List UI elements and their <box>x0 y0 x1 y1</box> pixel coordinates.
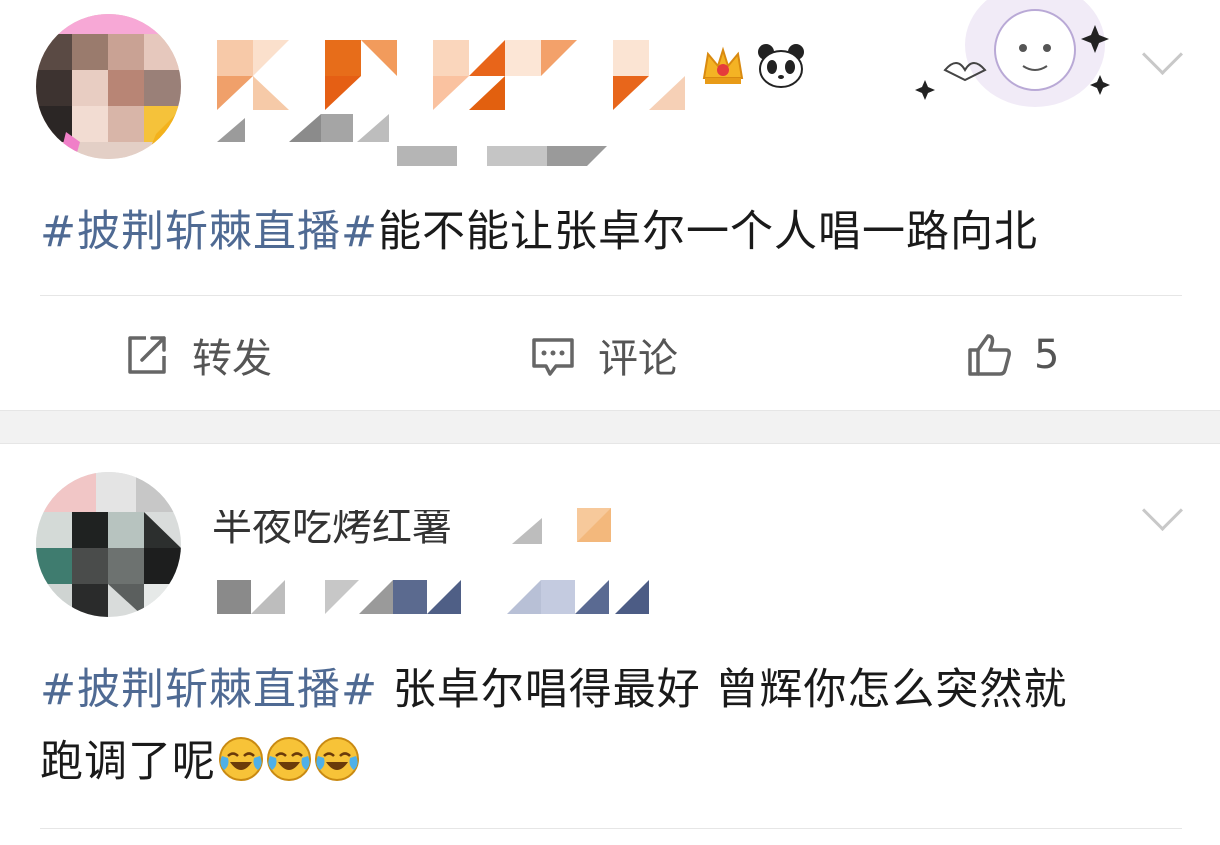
post-text-line-1: #披荆斩棘直播# 张卓尔唱得最好 曾辉你怎么突然就 <box>40 658 1180 722</box>
post-content: #披荆斩棘直播# 张卓尔唱得最好 曾辉你怎么突然就 跑调了呢 <box>40 658 1180 794</box>
comment-icon <box>532 338 574 376</box>
action-bar: 转发 评论 5 <box>0 300 1220 410</box>
avatar-mosaic <box>36 472 181 617</box>
weibo-post-2: 半夜吃烤红薯 #披荆斩棘直播# 张卓尔唱得最好 曾辉你怎么突然就 跑调了呢 <box>0 444 1220 845</box>
crying-laughing-emoji-icon <box>218 736 264 782</box>
like-count: 5 <box>1034 332 1060 378</box>
hashtag-link[interactable]: #披荆斩棘直播# <box>40 665 378 715</box>
meta-mosaic <box>217 114 607 166</box>
feed-separator <box>0 410 1220 444</box>
username-mosaic <box>512 508 611 544</box>
like-button[interactable]: 5 <box>964 300 1059 410</box>
post-text-line-2: 跑调了呢 <box>40 730 1180 794</box>
repost-label: 转发 <box>192 336 272 382</box>
decoration-sticker <box>905 0 1130 110</box>
chevron-down-icon[interactable] <box>1141 33 1184 76</box>
username[interactable]: 半夜吃烤红薯 <box>212 504 632 550</box>
username-mosaic <box>217 40 685 110</box>
panda-badge-icon[interactable] <box>756 42 806 94</box>
post-text: 能不能让张卓尔一个人唱一路向北 <box>378 207 1039 257</box>
crown-badge-icon[interactable] <box>700 44 746 92</box>
divider <box>40 295 1182 296</box>
crying-laughing-emoji-icon <box>266 736 312 782</box>
meta-mosaic <box>217 580 649 614</box>
comment-button[interactable]: 评论 <box>528 300 678 410</box>
post-text: 张卓尔唱得最好 曾辉你怎么突然就 <box>378 665 1068 715</box>
post-meta-blurred <box>217 576 657 614</box>
weibo-post-1: #披荆斩棘直播#能不能让张卓尔一个人唱一路向北 转发 评论 5 <box>0 0 1220 410</box>
repost-icon <box>128 336 166 374</box>
repost-button[interactable]: 转发 <box>122 300 272 410</box>
post-text-continued: 跑调了呢 <box>40 737 216 787</box>
divider <box>40 828 1182 829</box>
comment-label: 评论 <box>598 336 678 382</box>
chevron-down-icon[interactable] <box>1141 489 1184 532</box>
crying-laughing-emoji-icon <box>314 736 360 782</box>
hashtag-link[interactable]: #披荆斩棘直播# <box>40 207 378 257</box>
thumbs-up-icon <box>968 334 1011 376</box>
username-blurred[interactable] <box>217 40 697 110</box>
post-content: #披荆斩棘直播#能不能让张卓尔一个人唱一路向北 <box>40 200 1180 264</box>
post-meta-blurred <box>217 110 637 166</box>
avatar-mosaic <box>36 14 181 159</box>
user-avatar-blurred[interactable] <box>36 472 181 617</box>
user-avatar-blurred[interactable] <box>36 14 181 159</box>
